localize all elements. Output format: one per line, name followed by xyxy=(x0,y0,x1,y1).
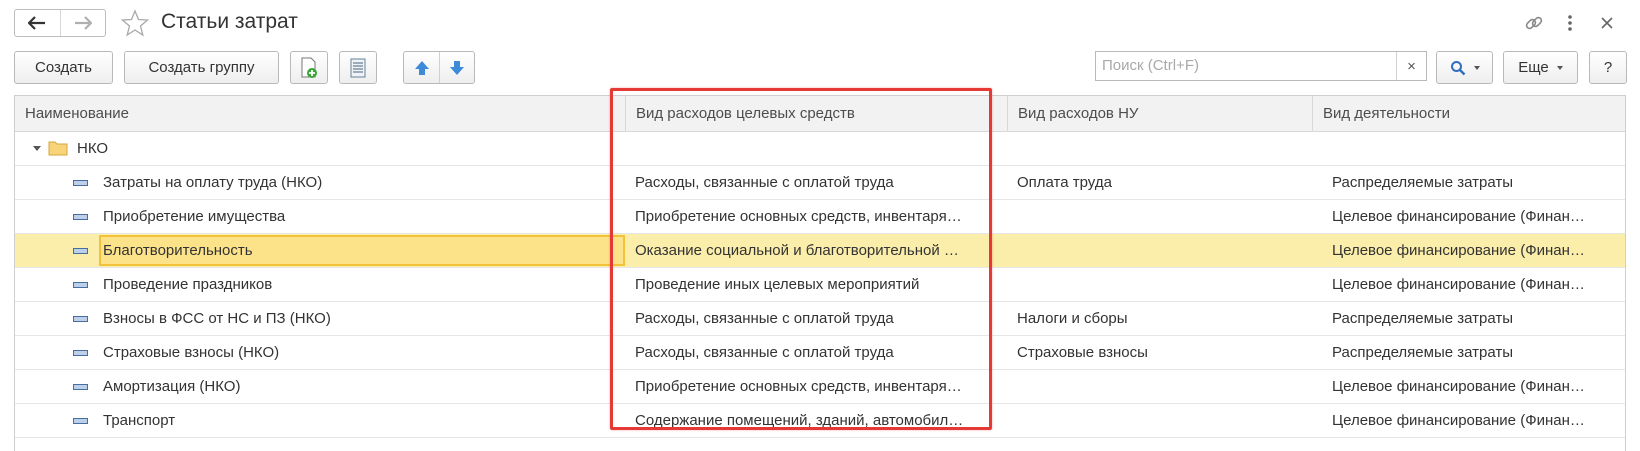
column-header-tax-expense[interactable]: Вид расходов НУ xyxy=(1007,96,1312,132)
favorite-star-icon[interactable] xyxy=(120,8,150,38)
row-name: Приобретение имущества xyxy=(103,208,286,225)
back-button[interactable] xyxy=(15,10,60,36)
row-activity: Целевое финансирование (Финан… xyxy=(1332,276,1585,293)
search-input[interactable]: Поиск (Ctrl+F) xyxy=(1096,52,1396,80)
catalog-item-icon xyxy=(73,282,88,288)
search-icon xyxy=(1450,60,1465,75)
move-up-icon xyxy=(414,60,429,75)
close-icon xyxy=(1601,17,1613,29)
row-target-expense: Содержание помещений, зданий, автомобил… xyxy=(635,412,964,429)
catalog-item-icon xyxy=(73,316,88,322)
more-button[interactable]: Еще xyxy=(1503,51,1578,84)
link-button[interactable] xyxy=(1523,12,1545,34)
row-name: Благотворительность xyxy=(103,242,253,259)
page-title: Статьи затрат xyxy=(161,10,298,33)
table-row[interactable]: Проведение праздников Проведение иных це… xyxy=(15,268,1625,302)
row-tax-expense xyxy=(1007,268,1312,301)
row-target-expense: Расходы, связанные с оплатой труда xyxy=(635,344,894,361)
row-activity: Целевое финансирование (Финан… xyxy=(1332,242,1585,259)
row-target-expense: Расходы, связанные с оплатой труда xyxy=(635,174,894,191)
navigation-buttons xyxy=(14,9,106,37)
row-name: Проведение праздников xyxy=(103,276,273,293)
row-tax-expense xyxy=(1007,234,1312,267)
column-header-name[interactable]: Наименование xyxy=(15,96,625,132)
more-button-label: Еще xyxy=(1518,59,1549,76)
help-button[interactable]: ? xyxy=(1589,51,1627,84)
back-arrow-icon xyxy=(28,16,46,30)
chevron-down-icon xyxy=(1556,65,1563,70)
forward-arrow-icon xyxy=(74,16,92,30)
row-activity: Распределяемые затраты xyxy=(1332,310,1514,327)
row-name: Амортизация (НКО) xyxy=(103,378,241,395)
search-button[interactable] xyxy=(1436,51,1493,84)
table-row[interactable]: Транспорт Содержание помещений, зданий, … xyxy=(15,404,1625,438)
copy-button[interactable] xyxy=(290,51,328,84)
row-activity: Распределяемые затраты xyxy=(1332,344,1514,361)
expense-items-table: Наименование Вид расходов целевых средст… xyxy=(14,95,1626,451)
column-header-target-expense[interactable]: Вид расходов целевых средств xyxy=(625,96,1007,132)
forward-button[interactable] xyxy=(59,10,105,36)
row-name: Взносы в ФСС от НС и ПЗ (НКО) xyxy=(103,310,331,327)
table-row[interactable]: Амортизация (НКО) Приобретение основных … xyxy=(15,370,1625,404)
row-tax-expense: Оплата труда xyxy=(1017,174,1112,191)
folder-icon xyxy=(48,141,68,156)
catalog-item-icon xyxy=(73,350,88,356)
column-header-activity[interactable]: Вид деятельности xyxy=(1312,96,1625,132)
catalog-item-icon xyxy=(73,214,88,220)
row-target-expense: Расходы, связанные с оплатой труда xyxy=(635,310,894,327)
more-actions-button[interactable] xyxy=(1559,12,1581,34)
row-name: Транспорт xyxy=(103,412,176,429)
create-button[interactable]: Создать xyxy=(14,51,113,84)
chevron-down-icon xyxy=(1473,65,1480,70)
row-tax-expense xyxy=(1007,200,1312,233)
row-activity: Целевое финансирование (Финан… xyxy=(1332,208,1585,225)
table-row[interactable]: Взносы в ФСС от НС и ПЗ (НКО) Расходы, с… xyxy=(15,302,1625,336)
catalog-item-icon xyxy=(73,418,88,424)
row-target-expense: Проведение иных целевых мероприятий xyxy=(635,276,920,293)
close-button[interactable] xyxy=(1596,12,1618,34)
move-down-button[interactable] xyxy=(439,52,474,83)
row-activity: Целевое финансирование (Финан… xyxy=(1332,412,1585,429)
row-name: Страховые взносы (НКО) xyxy=(103,344,280,361)
table-group-row[interactable]: НКО xyxy=(15,132,1625,166)
row-tax-expense: Налоги и сборы xyxy=(1017,310,1128,327)
row-target-expense: Приобретение основных средств, инвентаря… xyxy=(635,378,962,395)
move-down-icon xyxy=(450,60,464,75)
row-tax-expense xyxy=(1007,370,1312,403)
create-group-button[interactable]: Создать группу xyxy=(124,51,279,84)
catalog-item-icon xyxy=(73,180,88,186)
title-bar: Статьи затрат xyxy=(0,0,1640,46)
list-icon xyxy=(350,58,366,77)
row-tax-expense: Страховые взносы xyxy=(1017,344,1148,361)
table-row-selected[interactable]: Благотворительность Оказание социальной … xyxy=(15,234,1625,268)
link-icon xyxy=(1525,16,1543,30)
catalog-item-icon xyxy=(73,384,88,390)
move-buttons xyxy=(403,51,475,84)
more-vertical-icon xyxy=(1568,15,1572,31)
list-mode-button[interactable] xyxy=(339,51,377,84)
row-activity: Распределяемые затраты xyxy=(1332,174,1514,191)
search-box: Поиск (Ctrl+F) × xyxy=(1095,51,1427,81)
row-target-expense: Оказание социальной и благотворительной … xyxy=(635,242,959,259)
table-header: Наименование Вид расходов целевых средст… xyxy=(15,96,1625,132)
collapse-arrow-icon[interactable] xyxy=(33,146,41,151)
search-clear-button[interactable]: × xyxy=(1396,52,1426,80)
catalog-item-icon xyxy=(73,248,88,254)
table-row[interactable]: Затраты на оплату труда (НКО) Расходы, с… xyxy=(15,166,1625,200)
group-name: НКО xyxy=(77,140,109,157)
move-up-button[interactable] xyxy=(404,52,439,83)
add-copy-icon xyxy=(301,57,317,78)
table-row[interactable]: Страховые взносы (НКО) Расходы, связанны… xyxy=(15,336,1625,370)
table-row[interactable]: Приобретение имущества Приобретение осно… xyxy=(15,200,1625,234)
row-tax-expense xyxy=(1007,404,1312,437)
row-name: Затраты на оплату труда (НКО) xyxy=(103,174,323,191)
row-target-expense: Приобретение основных средств, инвентаря… xyxy=(635,208,962,225)
row-activity: Целевое финансирование (Финан… xyxy=(1332,378,1585,395)
